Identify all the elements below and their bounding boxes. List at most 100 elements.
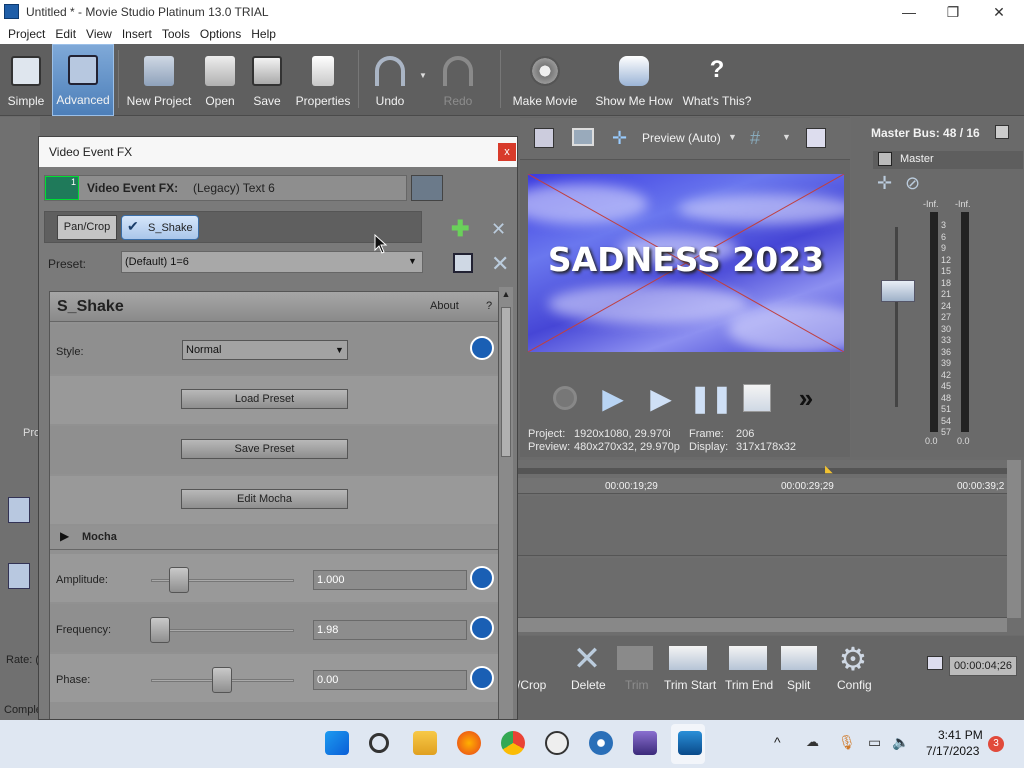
menu-insert[interactable]: Insert	[122, 27, 152, 41]
phase-slider-thumb[interactable]	[212, 667, 232, 693]
advanced-button[interactable]: Advanced	[52, 44, 114, 116]
vertical-scrollbar[interactable]	[1007, 460, 1021, 618]
windows-start-icon[interactable]	[325, 731, 349, 755]
video-track-row[interactable]	[517, 558, 1007, 618]
cloud-icon[interactable]: ☁	[806, 734, 819, 750]
chevron-down-icon[interactable]: ▼	[782, 132, 791, 142]
trim-end-icon[interactable]	[729, 646, 767, 670]
monitor-icon[interactable]	[572, 128, 594, 146]
minimize-button[interactable]: —	[886, 0, 932, 24]
menu-view[interactable]: View	[86, 27, 112, 41]
track-video-icon[interactable]	[8, 497, 30, 523]
help-link[interactable]: ?	[486, 300, 492, 312]
fx-icon[interactable]	[878, 152, 892, 166]
frequency-slider-thumb[interactable]	[150, 617, 170, 643]
play-from-start-button[interactable]: ▶	[596, 378, 630, 418]
loop-region-bar[interactable]	[517, 468, 1007, 474]
load-preset-button[interactable]: Load Preset	[181, 389, 348, 409]
close-button[interactable]: ✕	[976, 0, 1022, 24]
config-label[interactable]: Config	[837, 678, 872, 692]
menu-edit[interactable]: Edit	[55, 27, 76, 41]
style-dropdown[interactable]: Normal ▼	[182, 340, 348, 360]
delete-icon[interactable]: ✕	[569, 642, 605, 676]
save-preset-button[interactable]: Save Preset	[181, 439, 348, 459]
delete-label[interactable]: Delete	[571, 678, 606, 692]
record-button[interactable]	[550, 378, 580, 418]
master-fader-track[interactable]	[895, 227, 898, 407]
mute-icon[interactable]: ⊘	[905, 173, 920, 194]
menu-project[interactable]: Project	[8, 27, 45, 41]
maximize-button[interactable]: ❐	[930, 0, 976, 24]
master-bus-options-icon[interactable]	[995, 125, 1009, 139]
frequency-value-field[interactable]: 1.98	[313, 620, 467, 640]
cursor-marker-icon[interactable]: ◣	[825, 464, 833, 475]
gear-icon[interactable]: ⚙	[835, 642, 871, 676]
delete-preset-icon[interactable]: ✕	[491, 251, 513, 276]
keyframe-clock-icon[interactable]	[470, 666, 494, 690]
save-button[interactable]: Save	[248, 44, 286, 116]
file-explorer-icon[interactable]	[413, 731, 437, 755]
keyframe-clock-icon[interactable]	[470, 616, 494, 640]
frequency-slider-track[interactable]	[151, 629, 294, 632]
split-icon[interactable]	[781, 646, 817, 670]
phase-value-field[interactable]: 0.00	[313, 670, 467, 690]
amplitude-value-field[interactable]: 1.000	[313, 570, 467, 590]
show-me-how-button[interactable]: Show Me How	[592, 44, 676, 116]
chevron-up-icon[interactable]: ^	[774, 734, 781, 750]
split-label[interactable]: Split	[787, 678, 810, 692]
menu-options[interactable]: Options	[200, 27, 241, 41]
mocha-section-header[interactable]: ▶ Mocha	[50, 526, 498, 550]
trim-start-label[interactable]: Trim Start	[664, 678, 716, 692]
horizontal-scrollbar[interactable]	[517, 618, 1007, 632]
redo-button[interactable]: Redo	[436, 44, 480, 116]
preview-mode-label[interactable]: Preview (Auto)	[642, 131, 721, 145]
timeline[interactable]: ◣ 00:00:19;29 00:00:29;29 00:00:39;2	[517, 460, 1024, 635]
remove-plugin-icon[interactable]: ✕	[491, 219, 513, 241]
simple-button[interactable]: Simple	[4, 44, 48, 116]
speaker-icon[interactable]: 🔈	[892, 734, 909, 751]
master-fader-thumb[interactable]	[881, 280, 915, 302]
keyframe-clock-icon[interactable]	[470, 336, 494, 360]
microphone-icon[interactable]: 🎙	[838, 734, 856, 751]
display-icon[interactable]: ▭	[868, 734, 881, 751]
menu-tools[interactable]: Tools	[162, 27, 190, 41]
grid-overlay-icon[interactable]: #	[750, 128, 770, 148]
movie-studio-active-icon[interactable]	[678, 731, 702, 755]
pause-button[interactable]: ❚❚	[689, 378, 733, 418]
stop-button[interactable]	[740, 378, 774, 418]
plugin-chain-button[interactable]	[411, 175, 443, 201]
chevron-down-icon[interactable]: ▼	[728, 132, 737, 142]
dialog-scrollbar-thumb[interactable]	[501, 307, 511, 457]
whats-this-button[interactable]: ? What's This?	[682, 44, 752, 116]
trim-icon[interactable]	[617, 646, 653, 670]
clock-date[interactable]: 7/17/2023	[926, 744, 979, 758]
edit-mocha-button[interactable]: Edit Mocha	[181, 489, 348, 509]
video-track-row[interactable]	[517, 496, 1007, 556]
firefox-icon[interactable]	[457, 731, 481, 755]
undo-button[interactable]: Undo	[368, 44, 412, 116]
obs-icon[interactable]	[545, 731, 569, 755]
properties-button[interactable]: Properties	[292, 44, 354, 116]
new-project-button[interactable]: New Project	[124, 44, 194, 116]
amplitude-slider-thumb[interactable]	[169, 567, 189, 593]
dialog-close-button[interactable]: x	[498, 143, 516, 161]
about-link[interactable]: About	[430, 300, 459, 312]
copy-snapshot-icon[interactable]	[806, 128, 826, 148]
insert-fx-icon[interactable]: ✛	[877, 173, 892, 194]
preset-dropdown[interactable]: (Default) 1=6 ▼	[121, 251, 423, 273]
chain-s-shake[interactable]: ✔ S_Shake	[121, 215, 199, 240]
movie-studio-taskbar-icon[interactable]	[633, 731, 657, 755]
trim-start-icon[interactable]	[669, 646, 707, 670]
chrome-icon[interactable]	[501, 731, 525, 755]
next-frame-button[interactable]: »	[788, 378, 824, 418]
split-screen-icon[interactable]: ✛	[612, 128, 634, 148]
keyframe-clock-icon[interactable]	[470, 566, 494, 590]
save-preset-icon[interactable]	[453, 253, 473, 273]
dialog-scrollbar[interactable]: ▲	[499, 287, 513, 719]
settings-gear-icon[interactable]	[589, 731, 613, 755]
trim-label[interactable]: Trim	[625, 678, 649, 692]
play-button[interactable]: ▶	[644, 378, 678, 418]
clock-time[interactable]: 3:41 PM	[938, 728, 983, 742]
scroll-up-icon[interactable]: ▲	[500, 289, 512, 301]
track-video-icon[interactable]	[8, 563, 30, 589]
